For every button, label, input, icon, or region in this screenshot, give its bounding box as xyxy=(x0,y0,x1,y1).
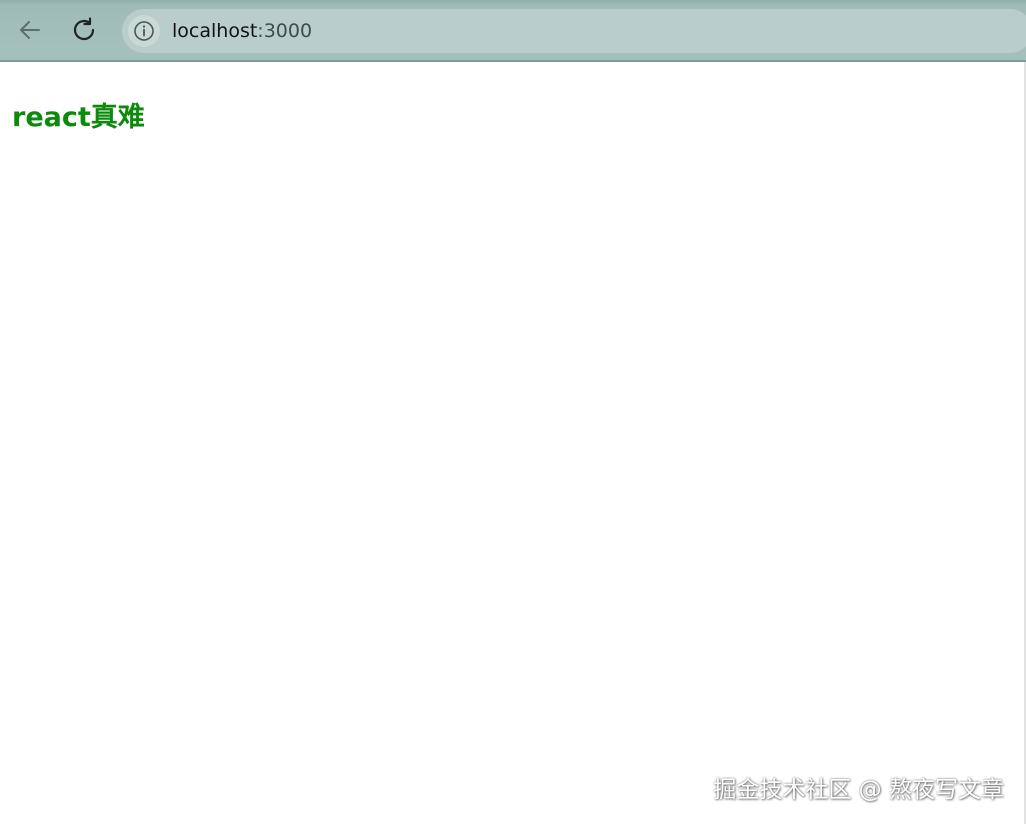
info-icon xyxy=(134,21,154,41)
reload-button[interactable] xyxy=(66,12,102,48)
watermark-text: 掘金技术社区 @ 熬夜写文章 xyxy=(713,777,1004,803)
reload-icon xyxy=(73,17,95,41)
address-bar[interactable]: localhost:3000 xyxy=(122,9,1026,53)
browser-window: localhost:3000 react真难 掘金技术社区 @ 熬夜写文章 xyxy=(0,0,1026,824)
page-heading: react真难 xyxy=(12,102,145,133)
browser-toolbar: localhost:3000 xyxy=(0,0,1026,62)
back-button[interactable] xyxy=(12,12,48,48)
site-info-button[interactable] xyxy=(128,15,160,47)
arrow-left-icon xyxy=(20,21,40,39)
url-port: :3000 xyxy=(257,20,313,42)
url-text[interactable]: localhost:3000 xyxy=(172,9,312,53)
url-host: localhost xyxy=(172,20,258,42)
